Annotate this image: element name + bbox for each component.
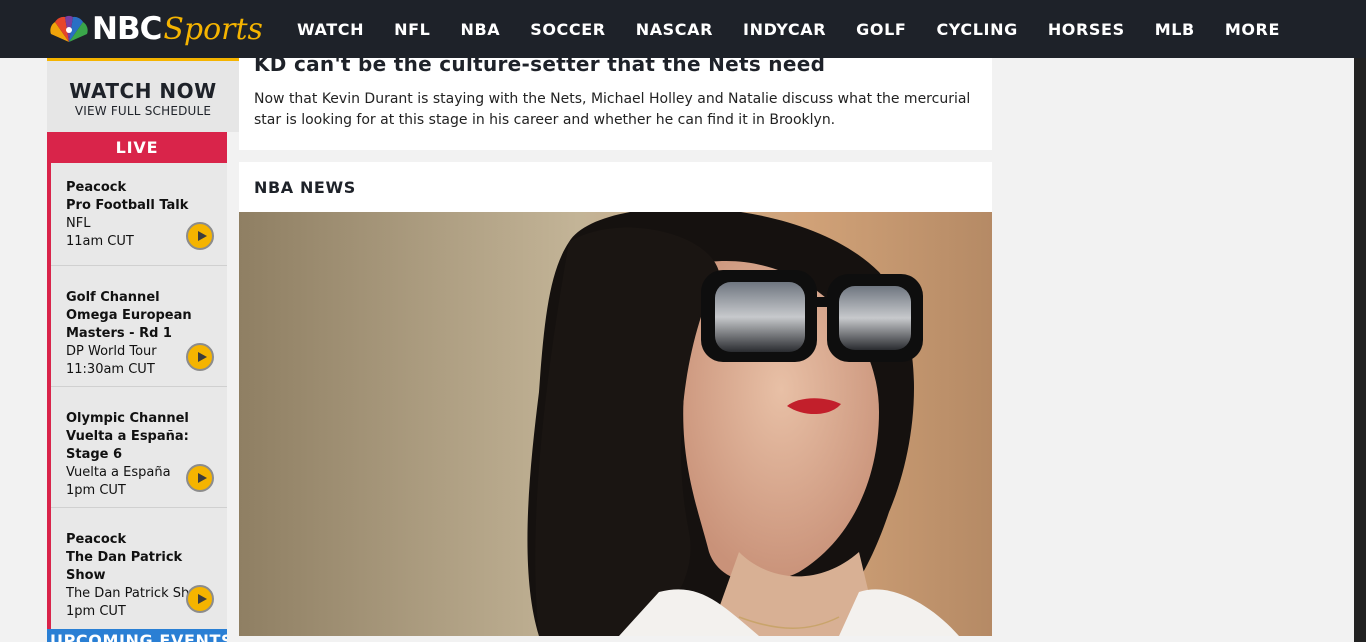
nav-more[interactable]: MORE xyxy=(1225,20,1280,39)
play-icon[interactable] xyxy=(186,222,214,250)
top-nav: NBC Sports WATCH NFL NBA SOCCER NASCAR I… xyxy=(0,0,1366,58)
watch-now-title: WATCH NOW xyxy=(69,79,217,103)
nav-horses[interactable]: HORSES xyxy=(1048,20,1125,39)
live-item-time: 1pm CUT xyxy=(66,483,126,498)
news-photo xyxy=(239,212,992,636)
live-header: LIVE xyxy=(47,132,227,163)
live-item-show: The Dan Patrick Show xyxy=(66,550,183,583)
article-title[interactable]: KD can't be the culture-setter that the … xyxy=(254,52,825,76)
nav-nfl[interactable]: NFL xyxy=(394,20,430,39)
live-item-network: Peacock xyxy=(66,180,127,195)
live-item-show: Omega European Masters - Rd 1 xyxy=(66,308,192,341)
main-nav: WATCH NFL NBA SOCCER NASCAR INDYCAR GOLF… xyxy=(297,0,1310,58)
view-full-schedule-link[interactable]: VIEW FULL SCHEDULE xyxy=(47,104,239,118)
article-description: Now that Kevin Durant is staying with th… xyxy=(254,91,971,128)
page-scrollbar[interactable] xyxy=(1354,58,1366,642)
peacock-icon xyxy=(50,15,88,42)
nav-nba[interactable]: NBA xyxy=(460,20,500,39)
play-icon[interactable] xyxy=(186,343,214,371)
nba-news-header: NBA NEWS xyxy=(239,162,992,212)
live-item-league: DP World Tour xyxy=(66,344,157,359)
live-item[interactable]: Peacock The Dan Patrick Show The Dan Pat… xyxy=(51,508,227,629)
play-icon[interactable] xyxy=(186,585,214,613)
live-item[interactable]: Peacock Pro Football Talk NFL 11am CUT xyxy=(51,163,227,266)
live-item-time: 11:30am CUT xyxy=(66,362,155,377)
logo-sports-text: Sports xyxy=(163,11,263,47)
live-item-show: Pro Football Talk xyxy=(66,198,189,213)
live-item-network: Olympic Channel xyxy=(66,411,189,426)
nbc-sports-logo[interactable]: NBC Sports xyxy=(47,10,267,48)
nav-mlb[interactable]: MLB xyxy=(1155,20,1195,39)
nav-watch[interactable]: WATCH xyxy=(297,20,364,39)
nav-soccer[interactable]: SOCCER xyxy=(530,20,605,39)
play-icon[interactable] xyxy=(186,464,214,492)
nav-indycar[interactable]: INDYCAR xyxy=(743,20,826,39)
live-item-network: Peacock xyxy=(66,532,127,547)
nav-cycling[interactable]: CYCLING xyxy=(936,20,1017,39)
live-list: Peacock Pro Football Talk NFL 11am CUT G… xyxy=(47,163,227,629)
live-item-league: Vuelta a España xyxy=(66,465,171,480)
upcoming-events-header[interactable]: UPCOMING EVENTS xyxy=(47,629,227,642)
article-card[interactable]: KD can't be the culture-setter that the … xyxy=(239,52,992,150)
nav-golf[interactable]: GOLF xyxy=(856,20,906,39)
nba-news-title: NBA NEWS xyxy=(254,178,356,197)
live-item[interactable]: Golf Channel Omega European Masters - Rd… xyxy=(51,266,227,387)
live-item[interactable]: Olympic Channel Vuelta a España: Stage 6… xyxy=(51,387,227,508)
watch-now-panel[interactable]: WATCH NOW VIEW FULL SCHEDULE xyxy=(47,58,239,132)
news-lead-image[interactable] xyxy=(239,212,992,636)
live-item-show: Vuelta a España: Stage 6 xyxy=(66,429,189,462)
live-item-network: Golf Channel xyxy=(66,290,160,305)
nav-nascar[interactable]: NASCAR xyxy=(636,20,713,39)
logo-nbc-text: NBC xyxy=(92,11,162,47)
